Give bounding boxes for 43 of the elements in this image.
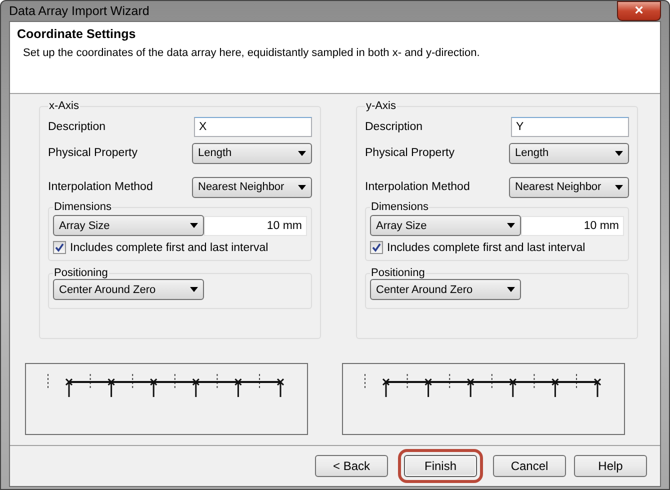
property-dropdown[interactable]: Length (509, 142, 629, 164)
caret-icon (298, 184, 306, 190)
page-description: Set up the coordinates of the data array here, equidistantly sampled in both x- and y-direction. (22, 47, 481, 59)
caret-icon (615, 184, 623, 190)
description-field[interactable]: X (194, 117, 312, 137)
dialog-button[interactable]: Cancel (493, 455, 566, 477)
group-title: Dimensions (370, 201, 430, 213)
caret-icon (190, 287, 198, 292)
close-button[interactable]: × (617, 1, 661, 21)
dialog-button[interactable]: Help (574, 455, 647, 477)
group-title: Positioning (370, 267, 426, 279)
page-title: Coordinate Settings (17, 27, 137, 41)
interpolation-dropdown[interactable]: Nearest Neighbor (509, 176, 629, 198)
interpolation-dropdown[interactable]: Nearest Neighbor (192, 176, 312, 198)
caret-icon (190, 223, 198, 228)
caret-icon (298, 150, 306, 156)
description-field[interactable]: Y (511, 117, 629, 137)
positioning-dropdown[interactable]: Center Around Zero (53, 279, 204, 300)
group-title: Positioning (53, 267, 109, 279)
property-dropdown[interactable]: Length (192, 142, 312, 164)
group-title: Dimensions (53, 201, 112, 213)
field-label: Physical Property (365, 147, 454, 159)
positioning-dropdown[interactable]: Center Around Zero (370, 279, 521, 300)
size-mode-dropdown[interactable]: Array Size (370, 215, 521, 236)
checkbox-label: Includes complete first and last interval (70, 242, 268, 254)
checkbox-label: Includes complete first and last interval (387, 242, 586, 254)
caret-icon (507, 287, 515, 292)
field-label: Description (48, 121, 106, 133)
caret-icon (615, 150, 623, 156)
size-field[interactable]: 10 mm (204, 216, 307, 236)
dialog-button[interactable]: < Back (315, 455, 388, 477)
size-field[interactable]: 10 mm (521, 216, 624, 236)
field-label: Interpolation Method (48, 181, 153, 193)
window-title: Data Array Import Wizard (9, 4, 150, 18)
size-mode-dropdown[interactable]: Array Size (53, 215, 204, 236)
group-title: x-Axis (48, 100, 80, 112)
field-label: Description (365, 121, 423, 133)
caret-icon (507, 223, 515, 228)
field-label: Physical Property (48, 147, 138, 159)
checkbox[interactable] (53, 241, 66, 254)
group-title: y-Axis (365, 100, 397, 112)
checkbox[interactable] (370, 241, 383, 254)
field-label: Interpolation Method (365, 181, 470, 193)
